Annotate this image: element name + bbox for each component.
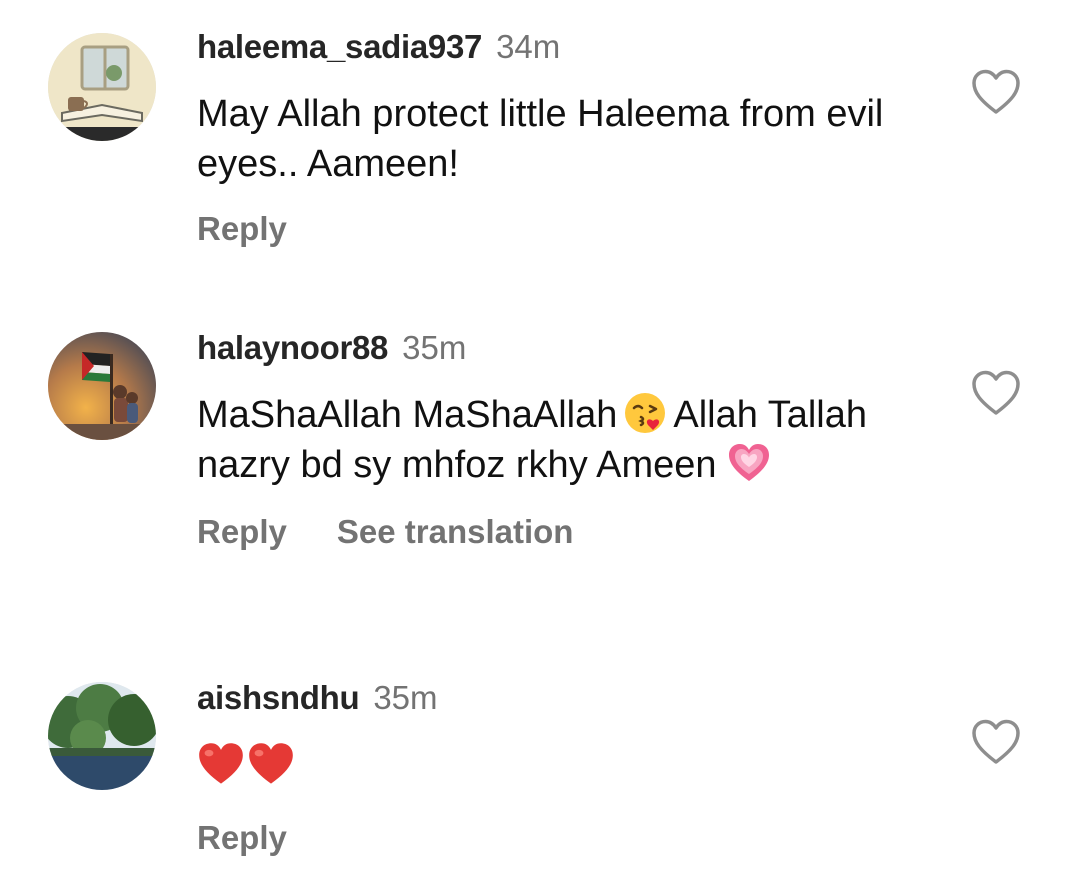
like-button[interactable] [970,718,1022,766]
comment-item: haleema_sadia937 34m May Allah protect li… [0,0,1080,300]
comment-text: MaShaAllah MaShaAllah Allah Tallah nazry… [197,390,917,490]
kissing-face-emoji-icon [623,391,667,435]
like-button[interactable] [970,68,1022,116]
comment-username[interactable]: aishsndhu [197,679,360,716]
heart-outline-icon [972,69,1020,114]
reply-button[interactable]: Reply [197,209,287,249]
teacup-book-window-avatar-icon [48,33,156,141]
pink-heart-emoji-icon [727,441,771,485]
red-heart-emoji-icon [197,740,245,788]
comment-timestamp: 35m [373,679,438,716]
comment-username[interactable]: haleema_sadia937 [197,28,482,65]
see-translation-button[interactable]: See translation [337,512,574,552]
comment-timestamp: 34m [496,28,561,65]
comment-item: halaynoor88 35m MaShaAllah MaShaAllah All… [0,300,1080,650]
comment-text: May Allah protect little Haleema from ev… [197,93,884,185]
reply-button[interactable]: Reply [197,512,287,552]
comment-username[interactable]: halaynoor88 [197,329,388,366]
flag-children-avatar-icon [48,332,156,440]
comment-text-part: MaShaAllah MaShaAllah [197,394,618,436]
like-button[interactable] [970,369,1022,417]
avatar[interactable] [48,682,156,790]
trees-sky-avatar-icon [48,682,156,790]
avatar[interactable] [48,332,156,440]
comment-text [197,740,917,790]
avatar[interactable] [48,33,156,141]
comment-item: aishsndhu 35m Reply [0,650,1080,890]
red-heart-emoji-icon [247,740,295,788]
heart-outline-icon [972,370,1020,415]
comment-timestamp: 35m [402,329,467,366]
reply-button[interactable]: Reply [197,818,287,858]
heart-outline-icon [972,719,1020,764]
